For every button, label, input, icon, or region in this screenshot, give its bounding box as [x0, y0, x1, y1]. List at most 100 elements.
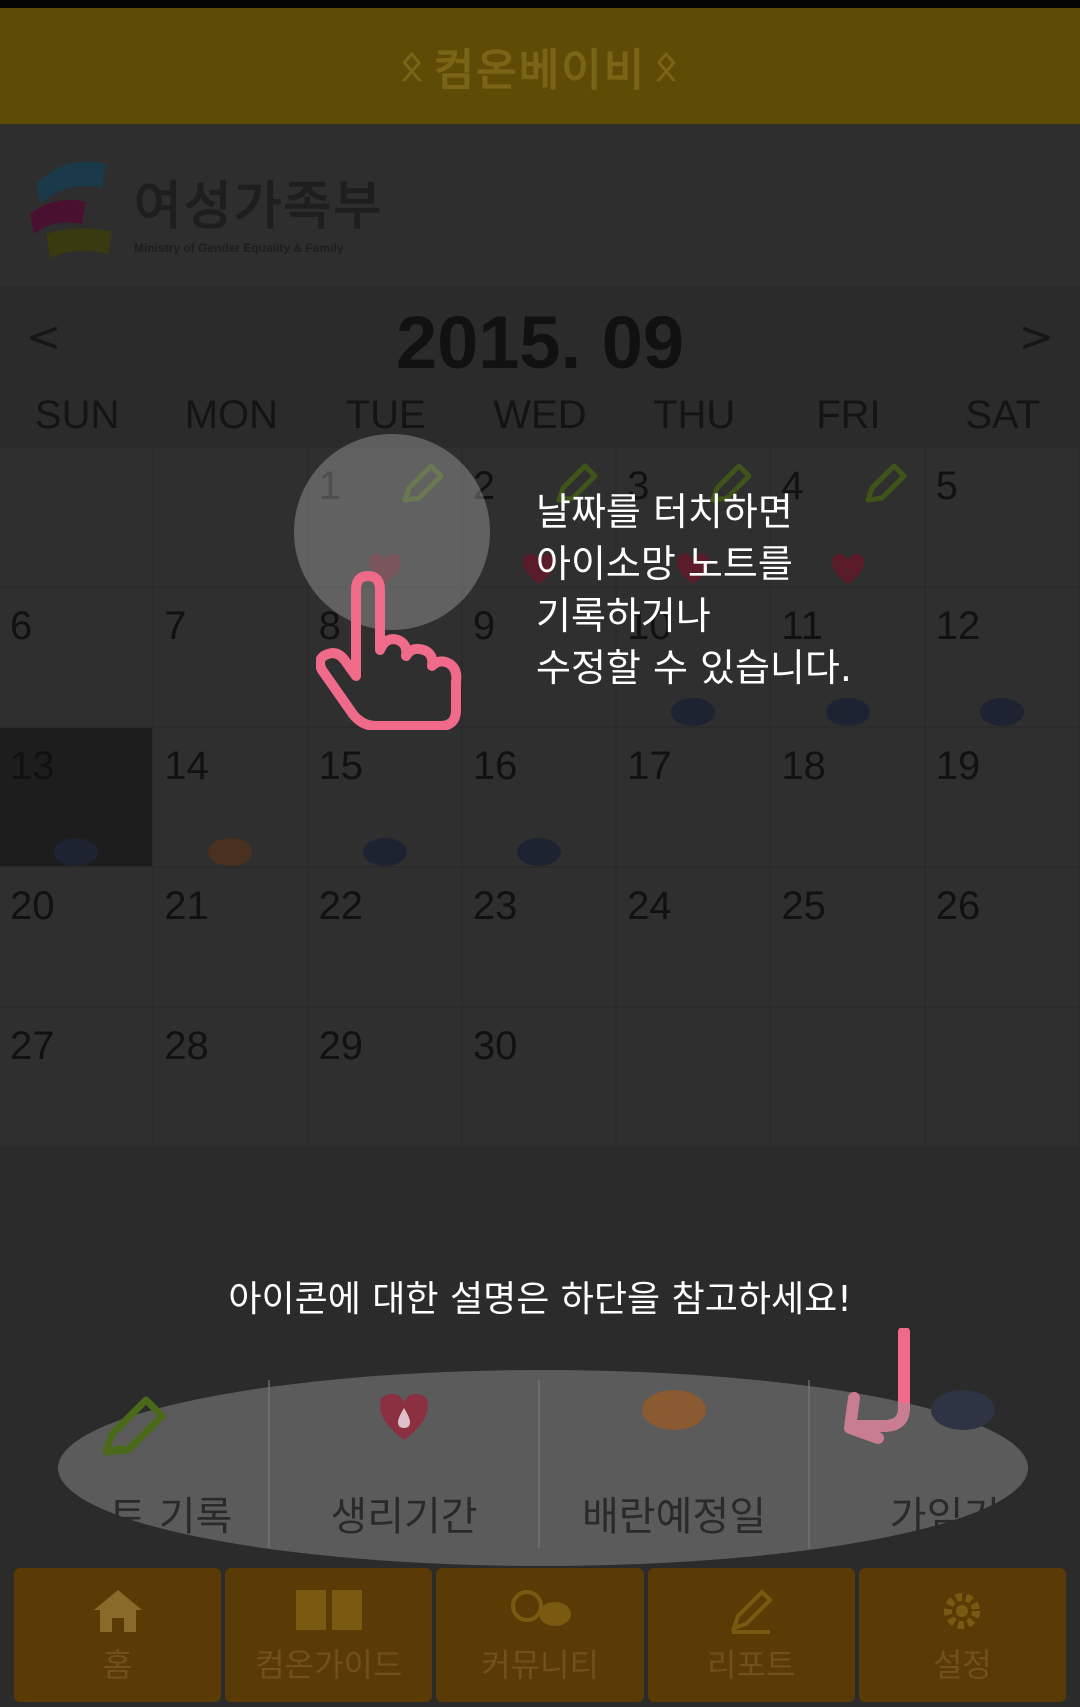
tab-label: 리포트 — [707, 1646, 796, 1684]
weekday-sat: SAT — [965, 393, 1041, 437]
tab-label: 설정 — [932, 1646, 992, 1684]
calendar-empty-cell — [771, 1008, 924, 1146]
gear-icon — [944, 1593, 981, 1629]
month-navigator: < 2015. 09 > — [0, 286, 1080, 384]
tab-report[interactable]: 리포트 — [647, 1568, 855, 1702]
bottom-tab-bar: 홈 컴온가이드 커뮤니티 리포트 설정 — [14, 1568, 1067, 1702]
blue-dot-icon — [54, 838, 99, 866]
tab-label: 홈 — [102, 1646, 133, 1684]
blue-dot-icon — [931, 1390, 995, 1430]
pencil-icon — [102, 1396, 166, 1456]
day-number: 17 — [627, 744, 672, 788]
day-number: 19 — [935, 744, 981, 788]
day-number: 29 — [318, 1024, 364, 1068]
legend-hint: 아이콘에 대한 설명은 하단을 참고하세요! — [228, 1279, 852, 1320]
day-number: 28 — [164, 1024, 209, 1068]
day-number: 26 — [935, 884, 981, 928]
day-number: 15 — [318, 744, 364, 788]
calendar-day[interactable]: 7 — [154, 588, 307, 726]
day-number: 5 — [935, 464, 958, 508]
pointing-hand-icon — [316, 571, 462, 730]
calendar-day[interactable]: 17 — [617, 728, 770, 866]
orange-dot-icon — [642, 1390, 706, 1430]
weekday-thu: THU — [653, 393, 736, 437]
day-number: 7 — [164, 604, 187, 648]
app-title: ᛟ 컴온베이비 ᛟ — [400, 34, 680, 98]
calendar-day[interactable]: 24 — [617, 868, 770, 1006]
weekday-sun: SUN — [34, 393, 120, 437]
wing-left-icon: ᛟ — [399, 43, 426, 89]
calendar-empty-cell — [154, 448, 307, 586]
weekday-mon: MON — [184, 393, 279, 437]
blue-dot-icon — [979, 698, 1024, 726]
tip-line: 수정할 수 있습니다. — [536, 646, 852, 690]
next-month-button[interactable]: > — [1019, 312, 1054, 361]
touch-tip: 날짜를 터치하면 아이소망 노트를 기록하거나 수정할 수 있습니다. — [536, 486, 852, 694]
heart-drop-icon — [380, 1394, 428, 1440]
pen-icon — [731, 1589, 774, 1634]
calendar-empty-cell — [925, 1008, 1078, 1146]
calendar-day[interactable]: 16 — [462, 728, 616, 866]
logo-name-en: Ministry of Gender Equality & Family — [134, 241, 344, 255]
calendar-empty-cell — [617, 1008, 770, 1146]
weekday-fri: FRI — [816, 393, 881, 437]
tab-label: 커뮤니티 — [481, 1646, 599, 1684]
calendar-day[interactable]: 6 — [0, 588, 153, 726]
legend-ovulation: 배란예정일 — [540, 1380, 810, 1548]
calendar-day[interactable]: 29 — [308, 1008, 461, 1146]
legend-label: 배란예정일 — [582, 1494, 766, 1540]
calendar-day[interactable]: 30 — [462, 1008, 616, 1146]
calendar-day[interactable]: 23 — [462, 868, 616, 1006]
calendar-day[interactable]: 14 — [154, 728, 307, 866]
month-title: 2015. 09 — [395, 301, 685, 384]
calendar-day[interactable]: 18 — [771, 728, 924, 866]
legend-label: 가임기 — [889, 1494, 1001, 1540]
day-number: 23 — [472, 884, 518, 928]
calendar-day[interactable]: 19 — [925, 728, 1078, 866]
tip-line: 기록하거나 — [536, 594, 711, 638]
day-number: 12 — [935, 604, 981, 648]
day-number: 30 — [472, 1024, 518, 1068]
calendar-day[interactable]: 22 — [308, 868, 461, 1006]
calendar-day[interactable]: 21 — [154, 868, 307, 1006]
orange-dot-icon — [208, 838, 253, 866]
calendar-day[interactable]: 5 — [925, 448, 1078, 586]
tip-line: 날짜를 터치하면 — [536, 490, 793, 534]
calendar-day[interactable]: 28 — [154, 1008, 307, 1146]
blue-dot-icon — [671, 698, 716, 726]
calendar-day[interactable]: 26 — [925, 868, 1078, 1006]
weekday-wed: WED — [493, 393, 587, 437]
day-number: 13 — [10, 744, 55, 788]
tab-label: 컴온가이드 — [255, 1646, 403, 1684]
status-bar — [0, 0, 1080, 8]
app-header: ᛟ 컴온베이비 ᛟ — [0, 8, 1080, 124]
tip-line: 아이소망 노트를 — [536, 542, 793, 586]
icon-legend: 망노트 기록 생리기간 배란예정일 가임기 — [0, 1380, 1080, 1548]
blue-dot-icon — [516, 838, 561, 866]
tab-home[interactable]: 홈 — [14, 1568, 222, 1702]
day-number: 22 — [318, 884, 364, 928]
calendar-day[interactable]: 13 — [0, 728, 153, 866]
home-icon — [93, 1590, 142, 1632]
legend-fertile: 가임기 — [810, 1380, 1080, 1548]
calendar-day[interactable]: 20 — [0, 868, 153, 1006]
day-number: 25 — [781, 884, 826, 928]
calendar-day[interactable]: 25 — [771, 868, 924, 1006]
tab-settings[interactable]: 설정 — [858, 1568, 1067, 1702]
calendar-day[interactable]: 27 — [0, 1008, 153, 1146]
day-number: 18 — [781, 744, 826, 788]
blue-dot-icon — [362, 838, 407, 866]
day-number: 24 — [627, 884, 672, 928]
day-number: 14 — [164, 744, 209, 788]
app-title-text: 컴온베이비 — [433, 45, 647, 96]
calendar-day[interactable]: 15 — [308, 728, 461, 866]
day-number: 27 — [10, 1024, 55, 1068]
weekday-header: SUN MON TUE WED THU FRI SAT — [0, 382, 1080, 448]
calendar-day[interactable]: 12 — [925, 588, 1078, 726]
tab-community[interactable]: 커뮤니티 — [436, 1568, 644, 1702]
ministry-logo-icon — [30, 161, 112, 258]
tab-guide[interactable]: 컴온가이드 — [225, 1568, 433, 1702]
book-icon — [295, 1590, 362, 1630]
legend-label: 망노트 기록 — [35, 1494, 233, 1540]
day-number: 21 — [164, 884, 209, 928]
